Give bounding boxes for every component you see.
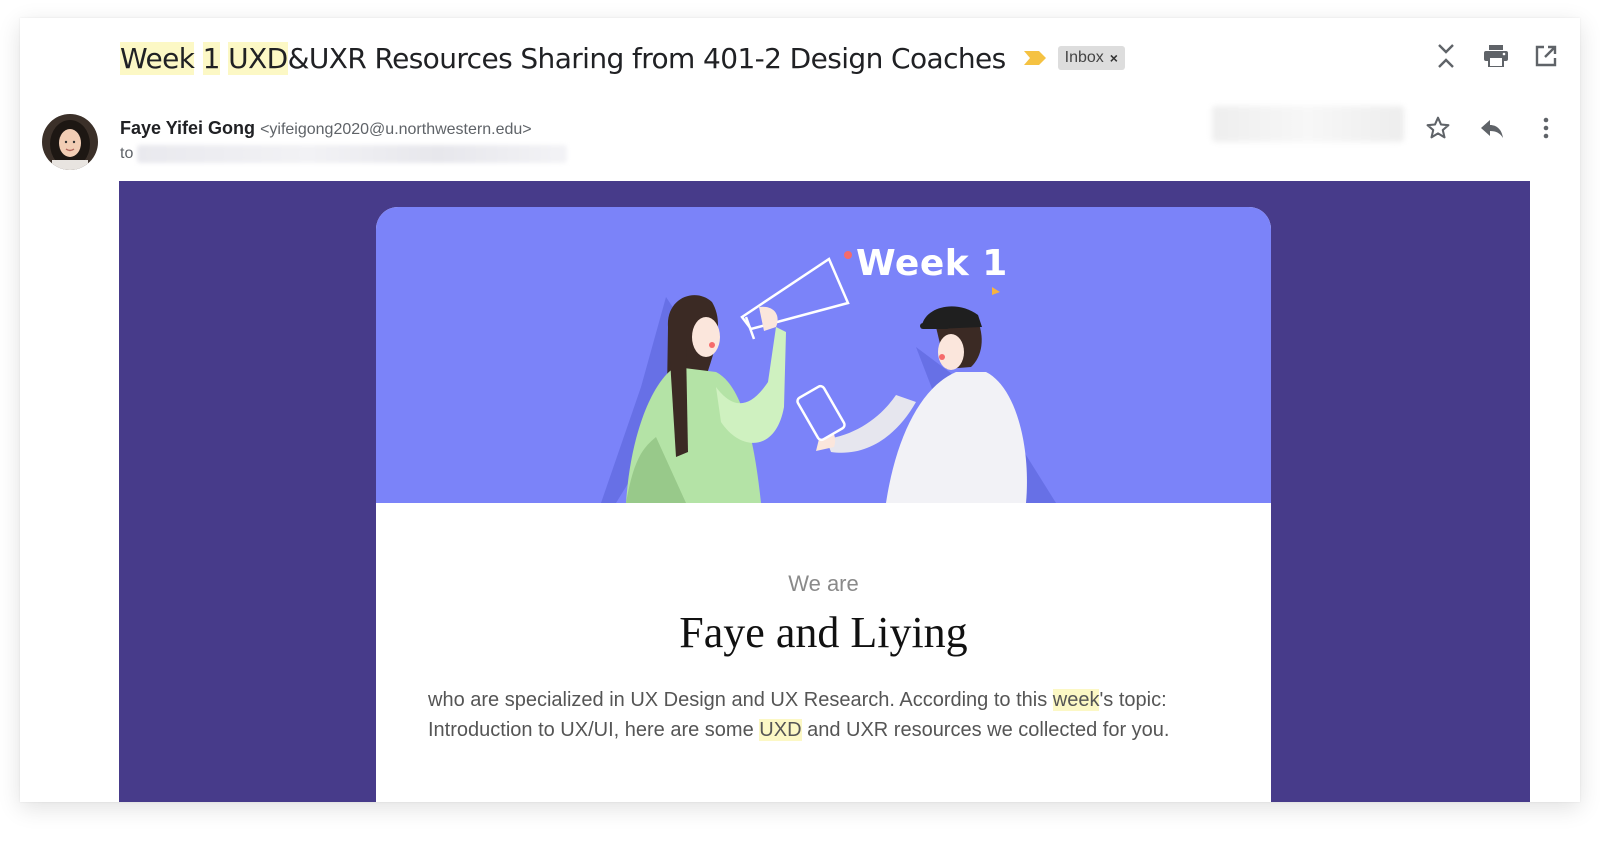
message-date	[1212, 106, 1404, 142]
hero-banner: Week 1	[376, 207, 1271, 503]
sender-details: Faye Yifei Gong <yifeigong2020@u.northwe…	[120, 118, 568, 163]
coach-names: Faye and Liying	[679, 608, 968, 657]
subject-row: Week 1 UXD&UXR Resources Sharing from 40…	[120, 38, 1125, 78]
email-body: Week 1 We are Faye and Liying who are sp…	[119, 181, 1530, 802]
remove-label-icon[interactable]: ×	[1110, 50, 1118, 66]
hero-illustration	[601, 251, 1056, 503]
we-are-text: We are	[788, 571, 859, 596]
subject-highlight-1: 1	[202, 41, 220, 75]
newsletter-card: Week 1 We are Faye and Liying who are sp…	[376, 207, 1271, 802]
inbox-label-chip: Inbox ×	[1057, 46, 1125, 70]
importance-marker-icon[interactable]	[1023, 51, 1046, 65]
subject-highlight-week: Week	[120, 41, 195, 75]
sender-avatar[interactable]	[42, 114, 98, 170]
sender-email[interactable]: <yifeigong2020@u.northwestern.edu>	[260, 121, 532, 138]
print-icon[interactable]	[1482, 42, 1510, 70]
subject-rest: &UXR Resources Sharing from 401-2 Design…	[287, 41, 1007, 75]
email-subject: Week 1 UXD&UXR Resources Sharing from 40…	[120, 41, 1007, 75]
intro-paragraph: who are specialized in UX Design and UX …	[428, 689, 1170, 741]
collapse-all-icon[interactable]	[1432, 42, 1460, 70]
subject-highlight-uxd: UXD	[228, 41, 288, 75]
recipients-line: to	[120, 145, 568, 163]
intro-highlight-uxd: UXD	[759, 719, 802, 741]
inbox-label-text: Inbox	[1064, 49, 1104, 66]
more-options-icon[interactable]	[1532, 114, 1560, 142]
email-window: Week 1 UXD&UXR Resources Sharing from 40…	[20, 18, 1580, 802]
hero-title: Week 1	[856, 243, 1008, 284]
sender-name[interactable]: Faye Yifei Gong	[120, 118, 255, 138]
open-in-new-window-icon[interactable]	[1532, 42, 1560, 70]
star-icon[interactable]	[1424, 114, 1452, 142]
message-actions	[1424, 114, 1560, 142]
to-label: to	[120, 145, 134, 162]
recipients-list[interactable]	[137, 145, 568, 163]
intro-highlight-week: week	[1052, 689, 1100, 711]
thread-toolbar	[1432, 42, 1560, 70]
sender-line: Faye Yifei Gong <yifeigong2020@u.northwe…	[120, 118, 567, 139]
reply-icon[interactable]	[1478, 114, 1506, 142]
